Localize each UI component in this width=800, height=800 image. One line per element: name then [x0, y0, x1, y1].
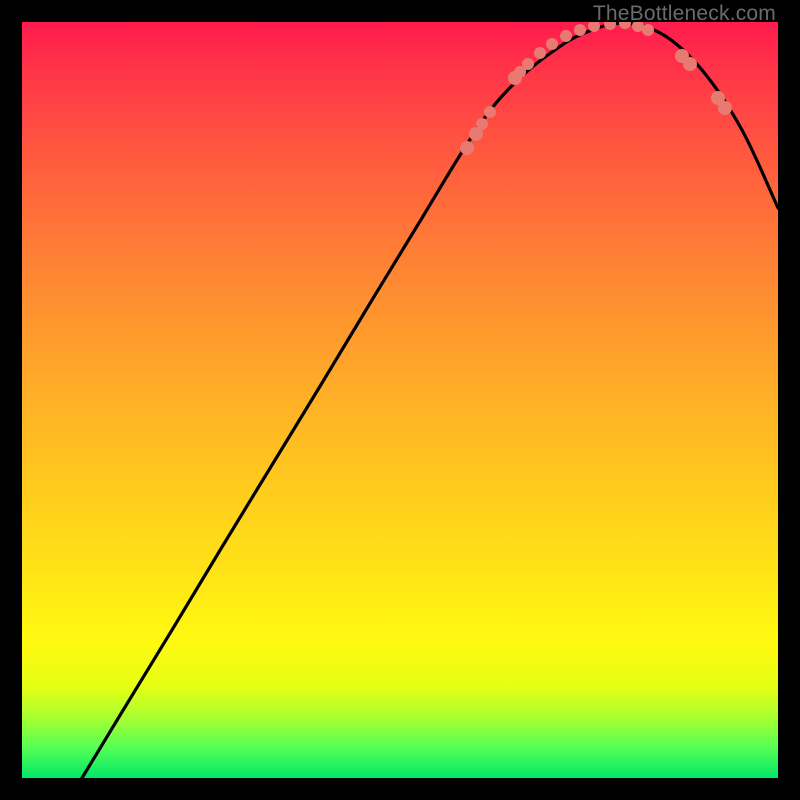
curve-marker	[460, 141, 474, 155]
curve-marker	[546, 38, 558, 50]
curve-marker	[619, 22, 631, 29]
chart-svg	[22, 22, 778, 778]
curve-marker	[534, 47, 546, 59]
curve-marker	[560, 30, 572, 42]
chart-frame	[22, 22, 778, 778]
curve-layer	[82, 23, 778, 778]
curve-markers	[460, 22, 732, 155]
curve-marker	[683, 57, 697, 71]
curve-marker	[484, 106, 496, 118]
curve-marker	[574, 24, 586, 36]
curve-marker	[642, 24, 654, 36]
curve-marker	[522, 58, 534, 70]
curve-marker	[476, 118, 488, 130]
curve-marker	[718, 101, 732, 115]
curve-marker	[604, 22, 616, 30]
bottleneck-curve	[82, 23, 778, 778]
